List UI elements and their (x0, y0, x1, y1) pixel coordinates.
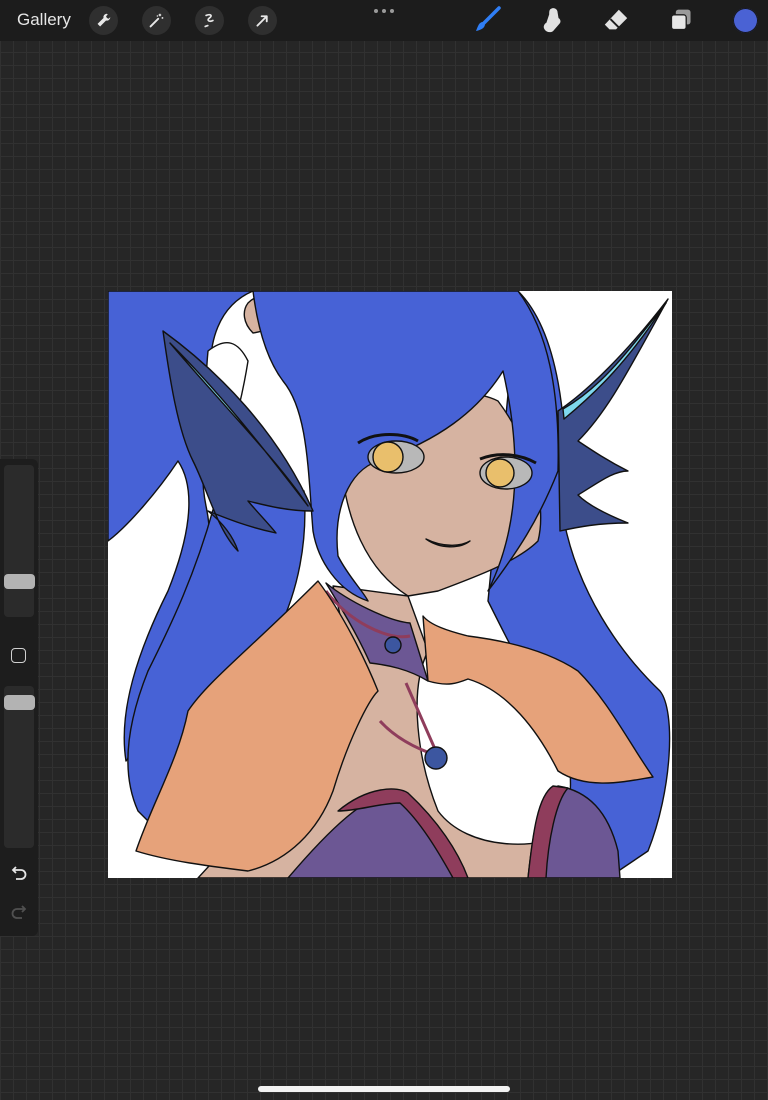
actions-button[interactable] (89, 6, 118, 35)
necklace-gem (424, 746, 448, 770)
brush-size-thumb[interactable] (4, 574, 35, 589)
opacity-thumb[interactable] (4, 695, 35, 710)
eraser-icon (604, 9, 628, 30)
adjustments-button[interactable] (142, 6, 171, 35)
color-picker-button[interactable] (733, 8, 758, 33)
eraser-tool-button[interactable] (600, 4, 632, 36)
magic-wand-icon (149, 13, 164, 28)
top-toolbar: Gallery (0, 0, 768, 41)
opacity-slider[interactable] (4, 686, 34, 848)
modify-button[interactable] (11, 648, 26, 663)
brush-tool-button[interactable] (471, 4, 503, 36)
selection-button[interactable] (195, 6, 224, 35)
layers-button[interactable] (665, 4, 697, 36)
home-indicator[interactable] (258, 1086, 510, 1092)
transform-icon (256, 15, 268, 27)
smudge-icon (543, 8, 561, 33)
drawing-canvas[interactable] (108, 291, 672, 878)
left-iris (372, 441, 404, 473)
selection-icon (204, 13, 214, 28)
right-fin (557, 298, 669, 532)
right-iris (485, 458, 515, 488)
redo-icon[interactable] (10, 904, 28, 920)
undo-icon[interactable] (10, 865, 28, 881)
transform-button[interactable] (248, 6, 277, 35)
artwork (108, 291, 671, 878)
gallery-button[interactable]: Gallery (17, 10, 71, 30)
choker-gem (384, 636, 402, 654)
layers-icon (670, 9, 691, 31)
smudge-tool-button[interactable] (536, 4, 568, 36)
wrench-icon (97, 13, 111, 27)
more-dots-icon[interactable] (372, 4, 396, 18)
brush-size-slider[interactable] (4, 465, 34, 617)
brush-icon (476, 6, 501, 31)
